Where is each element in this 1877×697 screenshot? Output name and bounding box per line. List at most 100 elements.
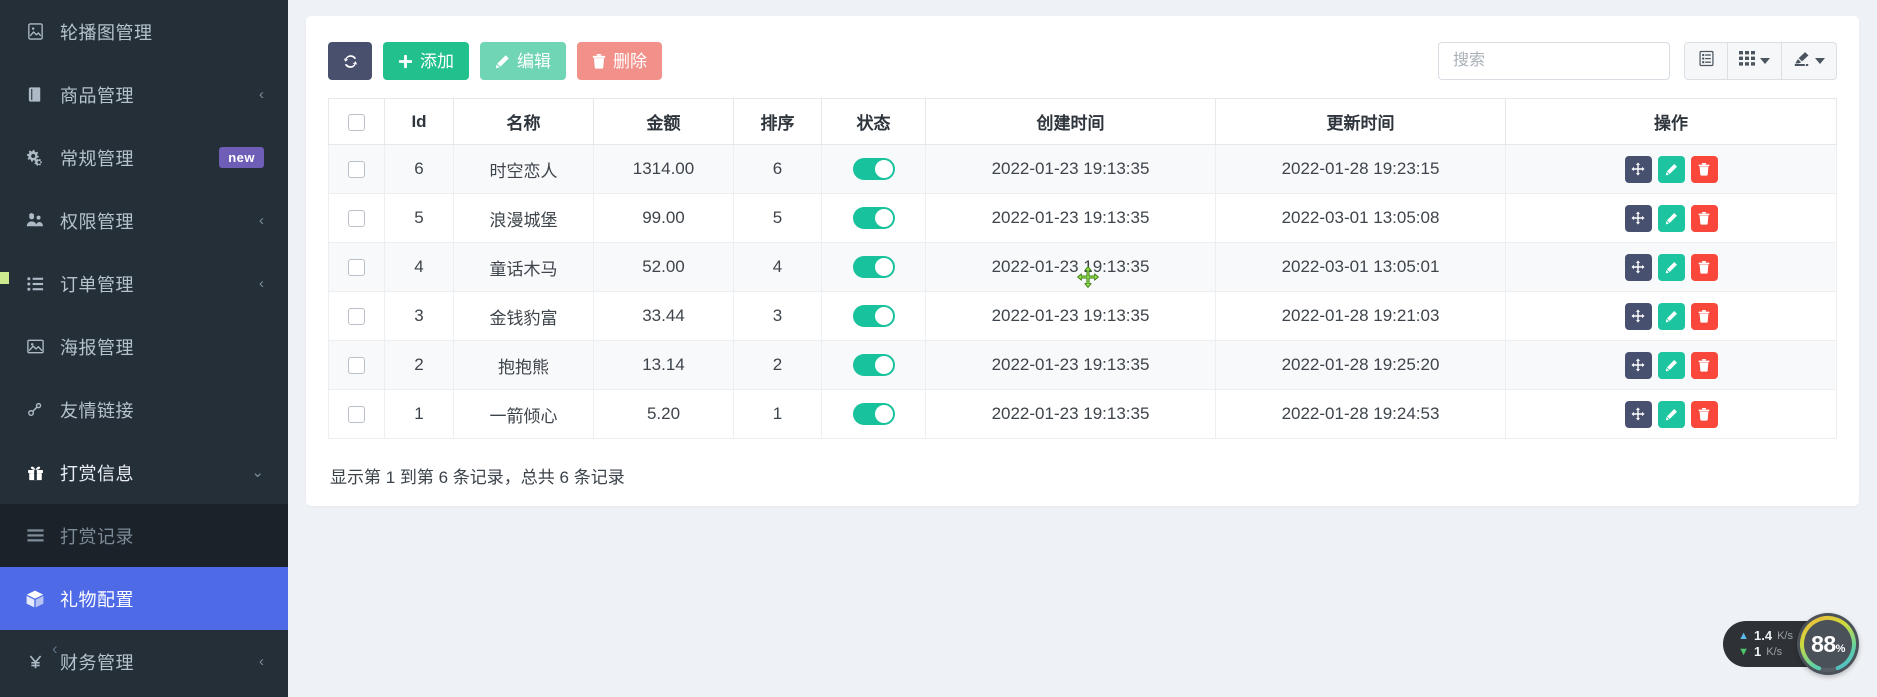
delete-button[interactable]: 删除 [577,42,662,80]
cell-created: 2022-01-23 19:13:35 [926,243,1216,292]
cell-amount: 33.44 [594,292,734,341]
chevron-down-icon: ⌄ [251,465,264,480]
sidebar-item-poster[interactable]: 海报管理 [0,315,288,378]
column-header-sort[interactable]: 排序 [734,99,822,145]
column-header-updated[interactable]: 更新时间 [1216,99,1506,145]
column-header-created[interactable]: 创建时间 [926,99,1216,145]
row-checkbox[interactable] [348,210,365,227]
status-toggle[interactable] [853,305,895,327]
select-all-checkbox[interactable] [348,114,365,131]
table-row[interactable]: 6时空恋人1314.0062022-01-23 19:13:352022-01-… [329,145,1837,194]
plus-icon [398,54,413,69]
cell-amount: 52.00 [594,243,734,292]
table-row[interactable]: 4童话木马52.0042022-01-23 19:13:352022-03-01… [329,243,1837,292]
arrow-up-icon: ▲ [1738,628,1749,644]
download-speed-value: 1 [1754,644,1761,660]
delete-button-label: 删除 [613,53,647,70]
table-body: 6时空恋人1314.0062022-01-23 19:13:352022-01-… [329,145,1837,439]
sidebar-item-products[interactable]: 商品管理 ‹ [0,63,288,126]
sidebar-item-gift-config[interactable]: 礼物配置 [0,567,288,630]
trash-icon[interactable] [1691,254,1718,281]
sidebar-item-reward-info[interactable]: 打赏信息 ⌄ [0,441,288,504]
status-toggle[interactable] [853,354,895,376]
sidebar-item-friendlinks[interactable]: 友情链接 [0,378,288,441]
sidebar-item-label: 打赏信息 [60,460,251,486]
cell-name: 童话木马 [454,243,594,292]
trash-icon[interactable] [1691,401,1718,428]
trash-icon[interactable] [1691,303,1718,330]
trash-icon[interactable] [1691,352,1718,379]
column-header-name[interactable]: 名称 [454,99,594,145]
edit-pencil-icon[interactable] [1658,205,1685,232]
sidebar-item-label: 订单管理 [60,271,259,297]
table-summary: 显示第 1 到第 6 条记录，总共 6 条记录 [328,463,1837,488]
edit-pencil-icon[interactable] [1658,156,1685,183]
move-icon[interactable] [1625,156,1652,183]
upload-speed-row: ▲ 1.4 K/s [1738,628,1793,644]
add-button[interactable]: 添加 [383,42,469,80]
cell-updated: 2022-03-01 13:05:01 [1216,243,1506,292]
edit-button[interactable]: 编辑 [480,42,566,80]
export-dropdown-button[interactable] [1782,42,1837,80]
row-checkbox[interactable] [348,406,365,423]
detail-view-button[interactable] [1684,42,1728,80]
chevron-left-icon: ‹ [259,276,264,291]
column-header-status[interactable]: 状态 [822,99,926,145]
trash-icon [592,54,606,69]
toolbar-right [1438,42,1837,80]
sidebar-collapse-toggle[interactable]: ‹ [52,639,58,659]
status-toggle[interactable] [853,207,895,229]
cell-ops [1506,145,1837,194]
column-header-id[interactable]: Id [385,99,454,145]
arrow-down-icon: ▼ [1738,644,1749,660]
search-input[interactable] [1438,42,1670,80]
sidebar-item-reward-records[interactable]: 打赏记录 [0,504,288,567]
trash-icon[interactable] [1691,156,1718,183]
sidebar-item-orders[interactable]: 订单管理 ‹ [0,252,288,315]
status-toggle[interactable] [853,256,895,278]
move-icon[interactable] [1625,205,1652,232]
status-toggle[interactable] [853,158,895,180]
column-header-amount[interactable]: 金额 [594,99,734,145]
status-toggle[interactable] [853,403,895,425]
edit-button-label: 编辑 [517,53,551,70]
edit-pencil-icon[interactable] [1658,254,1685,281]
columns-dropdown-button[interactable] [1728,42,1782,80]
row-checkbox-cell [329,292,385,341]
row-checkbox[interactable] [348,357,365,374]
move-icon[interactable] [1625,352,1652,379]
edit-pencil-icon[interactable] [1658,303,1685,330]
table-toolbar: 添加 编辑 [328,42,1837,80]
move-icon[interactable] [1625,254,1652,281]
network-speed-widget[interactable]: ▲ 1.4 K/s ▼ 1 K/s [1723,621,1859,667]
sidebar-item-carousel[interactable]: 轮播图管理 [0,0,288,63]
cube-icon [22,589,48,609]
table-row[interactable]: 1一箭倾心5.2012022-01-23 19:13:352022-01-28 … [329,390,1837,439]
cell-created: 2022-01-23 19:13:35 [926,292,1216,341]
row-checkbox[interactable] [348,308,365,325]
table-row[interactable]: 2抱抱熊13.1422022-01-23 19:13:352022-01-28 … [329,341,1837,390]
sidebar-item-label: 商品管理 [60,82,259,108]
notification-dot [0,272,9,284]
edit-pencil-icon[interactable] [1658,401,1685,428]
sidebar-item-general[interactable]: 常规管理 new [0,126,288,189]
table-row[interactable]: 5浪漫城堡99.0052022-01-23 19:13:352022-03-01… [329,194,1837,243]
row-checkbox[interactable] [348,259,365,276]
trash-icon[interactable] [1691,205,1718,232]
move-icon[interactable] [1625,303,1652,330]
sidebar-item-label: 轮播图管理 [60,19,264,45]
sidebar: 轮播图管理 商品管理 ‹ 常规管理 [0,0,288,697]
table-row[interactable]: 3金钱豹富33.4432022-01-23 19:13:352022-01-28… [329,292,1837,341]
link-icon [22,400,48,419]
edit-pencil-icon[interactable] [1658,352,1685,379]
row-checkbox[interactable] [348,161,365,178]
sidebar-item-label: 打赏记录 [60,523,264,549]
sidebar-item-permissions[interactable]: 权限管理 ‹ [0,189,288,252]
move-icon[interactable] [1625,401,1652,428]
cell-name: 时空恋人 [454,145,594,194]
row-checkbox-cell [329,341,385,390]
sidebar-item-finance[interactable]: 财务管理 ‹ [0,630,288,693]
refresh-button[interactable] [328,42,372,80]
cpu-usage-gauge[interactable]: 88% [1797,613,1859,675]
sidebar-item-label: 礼物配置 [60,586,264,612]
